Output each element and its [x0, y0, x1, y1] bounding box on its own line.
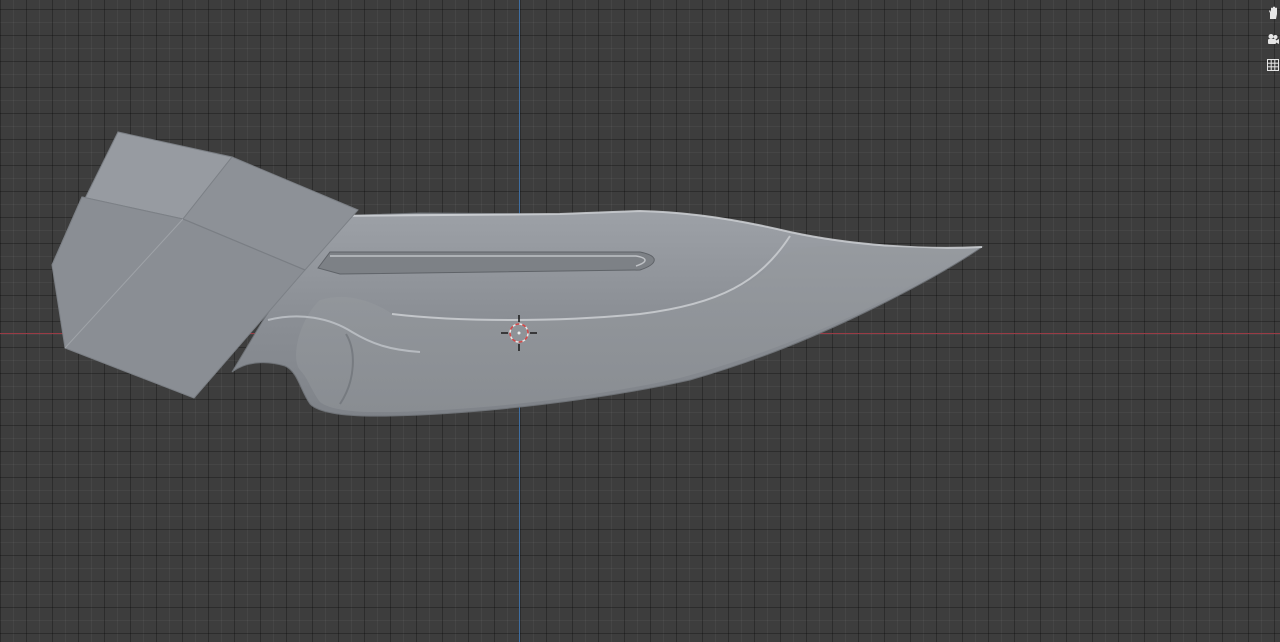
knife-mesh[interactable] [51, 131, 984, 417]
navigation-gizmo [1266, 0, 1280, 78]
pan-hand-icon[interactable] [1266, 0, 1280, 26]
grid-icon[interactable] [1266, 52, 1280, 78]
scene-canvas[interactable] [0, 0, 1280, 642]
3d-viewport[interactable] [0, 0, 1280, 642]
camera-icon[interactable] [1266, 26, 1280, 52]
